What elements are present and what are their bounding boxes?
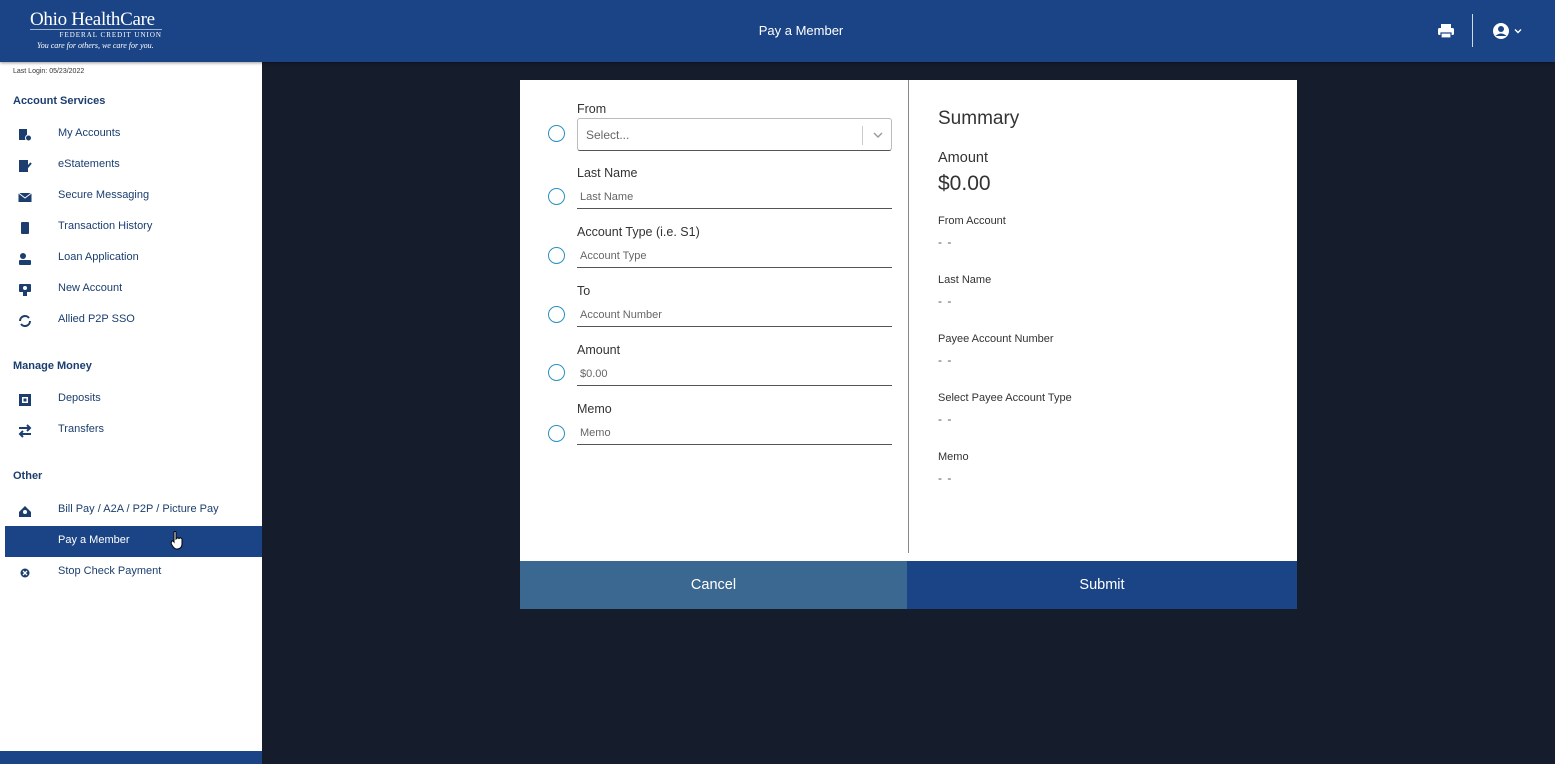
sidebar-item-allied-p2p-sso[interactable]: Allied P2P SSO xyxy=(0,305,262,336)
transfer-icon xyxy=(18,424,32,438)
sidebar-item-label: Secure Messaging xyxy=(58,189,150,201)
amount-input[interactable] xyxy=(577,362,892,386)
account-type-input[interactable] xyxy=(577,244,892,268)
sidebar-item-label: Bill Pay / A2A / P2P / Picture Pay xyxy=(58,503,219,515)
chevron-down-icon xyxy=(1514,29,1522,34)
from-select-placeholder: Select... xyxy=(586,128,630,142)
new-account-icon xyxy=(19,284,31,296)
last-name-label: Last Name xyxy=(577,166,638,180)
user-menu-button[interactable] xyxy=(1492,21,1524,41)
sidebar-item-label: eStatements xyxy=(58,158,120,170)
pay-member-card: From Select... Last Name Account Type (i… xyxy=(520,80,1297,561)
from-label: From xyxy=(577,102,607,116)
summary-memo-label: Memo xyxy=(938,451,969,463)
section-title-manage-money: Manage Money xyxy=(13,360,92,372)
sidebar-footer-bar xyxy=(0,751,262,764)
pay-member-form: From Select... Last Name Account Type (i… xyxy=(520,80,908,561)
history-icon xyxy=(21,222,29,234)
sidebar-item-loan-application[interactable]: Loan Application xyxy=(0,243,262,274)
print-button[interactable] xyxy=(1436,21,1456,41)
sidebar-item-secure-messaging[interactable]: Secure Messaging xyxy=(0,181,262,212)
mouse-pointer-icon xyxy=(170,531,183,550)
last-login: Last Login: 05/23/2022 xyxy=(13,68,85,75)
sidebar-item-label: Stop Check Payment xyxy=(58,565,162,577)
from-radio[interactable] xyxy=(548,125,565,142)
summary-amount-value: $0.00 xyxy=(938,172,991,195)
summary-payee-account-type-value: - - xyxy=(938,412,953,426)
accounts-icon xyxy=(19,129,32,142)
sidebar-item-pay-a-member[interactable]: Pay a Member xyxy=(5,526,262,557)
summary-from-account-label: From Account xyxy=(938,215,1006,227)
chevron-down-icon xyxy=(873,132,883,138)
page-title: Pay a Member xyxy=(758,23,844,38)
sidebar-item-stop-check-payment[interactable]: Stop Check Payment xyxy=(0,557,262,588)
section-title-other: Other xyxy=(13,470,43,482)
amount-radio[interactable] xyxy=(548,364,565,381)
envelope-icon xyxy=(18,192,32,202)
last-name-input[interactable] xyxy=(577,185,892,209)
sidebar-item-label: Deposits xyxy=(58,392,101,404)
sidebar-item-transfers[interactable]: Transfers xyxy=(0,415,262,446)
top-header: Ohio HealthCare FEDERAL CREDIT UNION You… xyxy=(0,0,1555,62)
summary-last-name-value: - - xyxy=(938,294,953,308)
submit-button[interactable]: Submit xyxy=(907,561,1297,609)
sidebar-item-transaction-history[interactable]: Transaction History xyxy=(0,212,262,243)
billpay-icon xyxy=(19,506,31,517)
sidebar-item-estatements[interactable]: eStatements xyxy=(0,150,262,181)
sidebar-item-label: New Account xyxy=(58,282,123,294)
last-name-radio[interactable] xyxy=(548,188,565,205)
sidebar-item-my-accounts[interactable]: My Accounts xyxy=(0,119,262,150)
sidebar: Last Login: 05/23/2022 Account Services … xyxy=(0,62,262,764)
sidebar-item-deposits[interactable]: Deposits xyxy=(0,384,262,415)
sidebar-item-new-account[interactable]: New Account xyxy=(0,274,262,305)
from-account-select[interactable]: Select... xyxy=(577,118,892,151)
memo-label: Memo xyxy=(577,402,612,416)
memo-radio[interactable] xyxy=(548,425,565,442)
summary-amount-label: Amount xyxy=(938,150,988,166)
account-type-label: Account Type (i.e. S1) xyxy=(577,225,700,239)
summary-panel: Summary Amount $0.00 From Account - - La… xyxy=(909,80,1297,561)
sidebar-item-label: Transaction History xyxy=(58,220,153,232)
stop-icon xyxy=(20,568,30,578)
printer-icon xyxy=(1438,24,1454,39)
header-divider xyxy=(1472,14,1473,47)
deposit-icon xyxy=(19,394,31,406)
summary-payee-account-type-label: Select Payee Account Type xyxy=(938,392,1072,404)
sidebar-item-bill-pay[interactable]: Bill Pay / A2A / P2P / Picture Pay xyxy=(0,495,262,526)
sidebar-item-label: Pay a Member xyxy=(58,534,130,546)
account-type-radio[interactable] xyxy=(548,247,565,264)
to-label: To xyxy=(577,284,591,298)
sidebar-item-label: Transfers xyxy=(58,423,105,435)
select-separator xyxy=(862,126,863,145)
sidebar-item-label: Allied P2P SSO xyxy=(58,313,135,325)
summary-last-name-label: Last Name xyxy=(938,274,992,286)
summary-title: Summary xyxy=(938,108,1020,129)
to-radio[interactable] xyxy=(548,306,565,323)
memo-input[interactable] xyxy=(577,421,892,445)
estatements-icon xyxy=(19,160,32,172)
sidebar-item-label: My Accounts xyxy=(58,127,121,139)
summary-payee-account-number-value: - - xyxy=(938,353,953,367)
loan-icon xyxy=(19,253,31,265)
amount-label: Amount xyxy=(577,343,621,357)
cancel-button[interactable]: Cancel xyxy=(520,561,907,609)
summary-payee-account-number-label: Payee Account Number xyxy=(938,333,1054,345)
logo-tagline: You care for others, we care for you. xyxy=(37,41,154,50)
account-number-input[interactable] xyxy=(577,303,892,327)
section-title-account-services: Account Services xyxy=(13,95,106,107)
sidebar-item-label: Loan Application xyxy=(58,251,139,263)
user-circle-icon xyxy=(1493,23,1509,39)
summary-from-account-value: - - xyxy=(938,235,953,249)
sync-icon xyxy=(19,315,31,327)
summary-memo-value: - - xyxy=(938,471,953,485)
